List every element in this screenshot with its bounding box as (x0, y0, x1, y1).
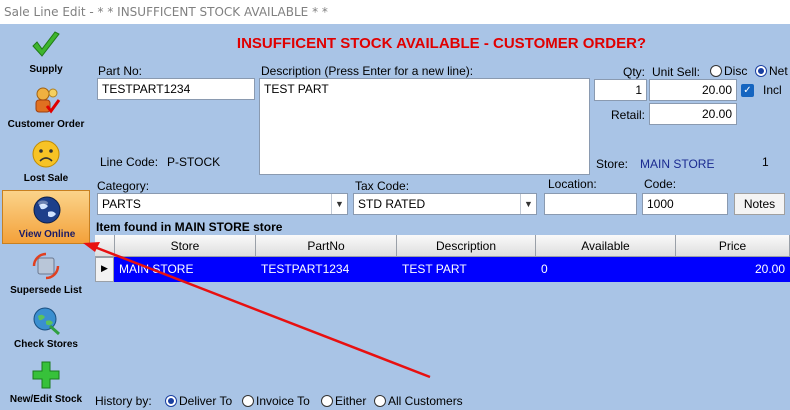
all-customers-radio[interactable] (374, 395, 386, 407)
window-title: Sale Line Edit - * * INSUFFICENT STOCK A… (0, 0, 790, 24)
category-value: PARTS (102, 197, 141, 211)
sad-face-icon (32, 140, 60, 168)
customer-order-label: Customer Order (7, 119, 85, 130)
globe-icon (33, 196, 61, 224)
tax-code-select[interactable]: STD RATED ▼ (353, 193, 537, 215)
history-label: History by: (95, 394, 152, 408)
view-online-label: View Online (18, 229, 76, 240)
notes-button[interactable]: Notes (734, 193, 785, 215)
customer-order-icon (35, 87, 61, 114)
stock-table: Store PartNo Description Available Price… (95, 235, 790, 388)
invoice-to-radio[interactable] (242, 395, 254, 407)
incl-label: Incl (763, 83, 782, 97)
location-label: Location: (548, 177, 597, 191)
history-options: History by: Deliver To Invoice To Either… (93, 390, 790, 410)
row-pointer-icon: ▶ (95, 257, 114, 282)
invoice-to-label: Invoice To (256, 394, 310, 408)
supersede-list-label: Supersede List (10, 285, 82, 296)
retail-label: Retail: (611, 108, 646, 122)
supply-button[interactable]: Supply (2, 26, 90, 80)
disc-label: Disc (724, 64, 748, 78)
sidebar: Supply Customer Order Lost Sale View Onl… (0, 24, 93, 410)
net-radio[interactable] (755, 65, 767, 77)
part-no-label: Part No: (98, 64, 143, 78)
code-label: Code: (644, 177, 677, 191)
qty-label: Qty: (623, 65, 646, 79)
check-stores-icon (33, 307, 60, 336)
unit-sell-field[interactable]: 20.00 (649, 79, 737, 101)
retail-field[interactable]: 20.00 (649, 103, 737, 125)
chevron-down-icon[interactable]: ▼ (331, 194, 347, 214)
cell-description: TEST PART (402, 262, 467, 276)
chevron-down-icon[interactable]: ▼ (520, 194, 536, 214)
cell-price: 20.00 (754, 262, 785, 276)
customer-order-button[interactable]: Customer Order (2, 81, 90, 135)
description-field[interactable]: TEST PART (259, 78, 590, 175)
item-found-text: Item found in MAIN STORE store (96, 220, 283, 234)
tax-code-label: Tax Code: (355, 179, 410, 193)
row-indicator-header (95, 235, 115, 257)
line-code-label: Line Code: (100, 155, 159, 169)
location-field[interactable] (544, 193, 637, 215)
supersede-list-button[interactable]: Supersede List (2, 247, 90, 301)
part-no-field[interactable]: TESTPART1234 (97, 78, 255, 100)
col-description[interactable]: Description (397, 235, 536, 257)
either-label: Either (335, 394, 367, 408)
check-stores-label: Check Stores (14, 339, 78, 350)
category-select[interactable]: PARTS ▼ (97, 193, 348, 215)
cell-available: 0 (541, 262, 548, 276)
col-store[interactable]: Store (115, 235, 256, 257)
line-code-value: P-STOCK (167, 155, 221, 169)
lost-sale-button[interactable]: Lost Sale (2, 135, 90, 189)
new-edit-stock-button[interactable]: New/Edit Stock (2, 356, 90, 410)
store-value: MAIN STORE (640, 157, 715, 171)
new-edit-stock-label: New/Edit Stock (9, 394, 83, 405)
view-online-button[interactable]: View Online (2, 190, 90, 244)
incl-checkbox[interactable]: ✓ (741, 84, 754, 97)
unit-sell-label: Unit Sell: (652, 65, 701, 79)
check-stores-button[interactable]: Check Stores (2, 301, 90, 355)
col-available[interactable]: Available (536, 235, 676, 257)
category-label: Category: (97, 179, 150, 193)
table-header: Store PartNo Description Available Price (95, 235, 790, 257)
cell-partno: TESTPART1234 (261, 262, 350, 276)
net-label: Net (769, 64, 788, 78)
col-partno[interactable]: PartNo (256, 235, 397, 257)
cell-store: MAIN STORE (119, 262, 194, 276)
description-label: Description (Press Enter for a new line)… (261, 64, 474, 78)
store-count: 1 (762, 155, 769, 169)
all-customers-label: All Customers (388, 394, 463, 408)
page-title: INSUFFICENT STOCK AVAILABLE - CUSTOMER O… (236, 35, 647, 52)
main-panel: INSUFFICENT STOCK AVAILABLE - CUSTOMER O… (93, 24, 790, 410)
deliver-to-radio[interactable] (165, 395, 177, 407)
table-row[interactable]: ▶ MAIN STORE TESTPART1234 TEST PART 0 20… (95, 257, 790, 282)
code-field[interactable]: 1000 (642, 193, 728, 215)
disc-radio[interactable] (710, 65, 722, 77)
store-label: Store: (596, 157, 629, 171)
supply-label: Supply (29, 64, 63, 75)
col-price[interactable]: Price (676, 235, 790, 257)
deliver-to-label: Deliver To (179, 394, 233, 408)
tax-code-value: STD RATED (358, 197, 426, 211)
qty-field[interactable]: 1 (594, 79, 647, 101)
lost-sale-label: Lost Sale (23, 173, 69, 184)
either-radio[interactable] (321, 395, 333, 407)
plus-icon (32, 361, 60, 389)
supersede-icon (32, 252, 60, 280)
check-icon (32, 31, 60, 57)
